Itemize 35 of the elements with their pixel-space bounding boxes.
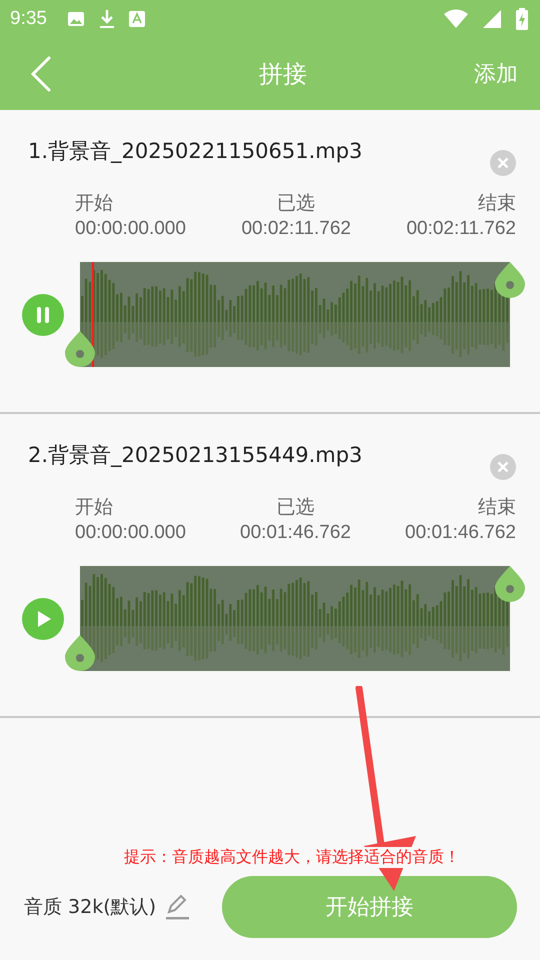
wifi-icon [444, 9, 468, 29]
selected-time: 00:01:46.762 [240, 522, 351, 544]
close-icon[interactable] [490, 150, 516, 176]
start-time: 00:00:00.000 [75, 218, 186, 240]
screen-title: 拼接 [258, 59, 308, 90]
selected-time: 00:02:11.762 [241, 218, 351, 240]
play-button[interactable] [22, 598, 64, 640]
battery-icon [516, 8, 528, 30]
selected-label: 已选 [277, 192, 316, 216]
end-handle[interactable] [495, 262, 525, 298]
status-time: 9:35 [10, 8, 47, 30]
start-time: 00:00:00.000 [75, 522, 186, 544]
start-handle[interactable] [65, 331, 95, 367]
start-button[interactable]: 开始拼接 [222, 876, 517, 938]
download-icon [98, 9, 115, 29]
end-label: 结束 [478, 496, 516, 520]
add-button[interactable]: 添加 [474, 59, 518, 89]
close-icon[interactable] [490, 454, 516, 480]
signal-icon [482, 9, 502, 29]
file-name: 2.背景音_20250213155449.mp3 [28, 442, 362, 469]
edit-icon[interactable] [164, 893, 190, 921]
end-time: 00:01:46.762 [405, 522, 516, 544]
start-label: 开始 [75, 192, 114, 216]
selected-label: 已选 [276, 496, 314, 520]
start-handle[interactable] [65, 635, 95, 671]
end-handle[interactable] [495, 566, 525, 602]
image-icon [66, 10, 85, 28]
quality-label: 音质 32k(默认) [24, 895, 156, 920]
pause-button[interactable] [22, 294, 64, 336]
start-label: 开始 [75, 496, 114, 520]
font-icon [128, 10, 145, 28]
end-label: 结束 [478, 192, 516, 216]
file-name: 1.背景音_20250221150651.mp3 [28, 138, 362, 165]
end-time: 00:02:11.762 [406, 218, 516, 240]
back-icon[interactable] [30, 56, 52, 92]
